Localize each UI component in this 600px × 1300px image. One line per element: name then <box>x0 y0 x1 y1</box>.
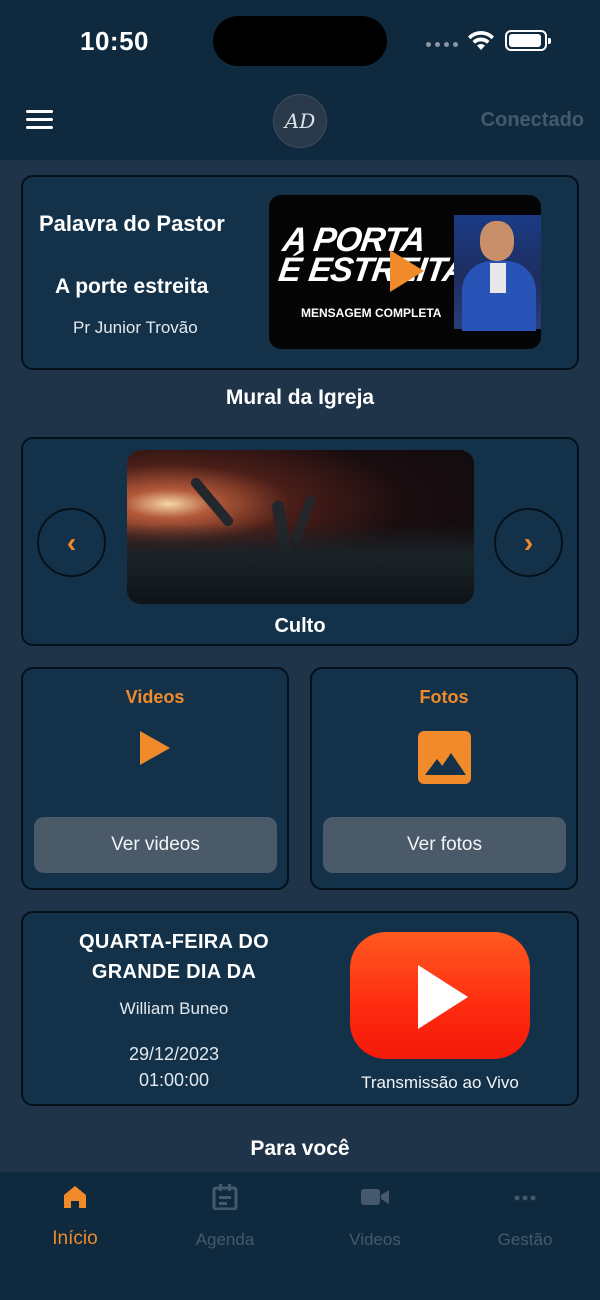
play-icon[interactable] <box>390 250 424 292</box>
mural-section-title: Mural da Igreja <box>225 386 375 409</box>
tab-inicio[interactable]: Início <box>0 1182 150 1262</box>
crowd-silhouette <box>127 524 474 604</box>
pastor-message-card: Palavra do Pastor A porte estreita Pr Ju… <box>21 175 579 370</box>
carousel-prev-button[interactable]: ‹ <box>37 508 106 577</box>
tab-videos[interactable]: Videos <box>300 1182 450 1262</box>
image-icon <box>312 731 576 784</box>
live-event-title: QUARTA-FEIRA DO GRANDE DIA DA <box>43 927 305 987</box>
live-event-title-line-1: QUARTA-FEIRA DO <box>78 931 270 953</box>
video-camera-icon <box>361 1189 389 1205</box>
status-bar: 10:50 <box>0 0 600 84</box>
live-event-time: 01:00:00 <box>138 1070 210 1090</box>
photos-card: Fotos Ver fotos <box>310 667 578 890</box>
view-photos-button[interactable]: Ver fotos <box>323 817 566 873</box>
videos-card: Videos Ver videos <box>21 667 289 890</box>
wifi-icon <box>468 30 494 50</box>
live-event-title-line-2: GRANDE DIA DA <box>91 961 257 983</box>
hamburger-menu-icon[interactable] <box>26 110 53 132</box>
mural-caption: Culto <box>274 615 326 637</box>
mural-image[interactable] <box>127 450 474 604</box>
tab-label: Gestão <box>497 1230 553 1249</box>
connection-status: Conectado <box>480 109 584 131</box>
top-bar: 10:50 AD Conectado <box>0 0 600 160</box>
for-you-section-title: Para você <box>250 1137 350 1160</box>
more-icon <box>514 1195 536 1201</box>
mural-carousel: ‹ Culto › <box>21 437 579 646</box>
dynamic-island <box>213 16 387 66</box>
thumbnail-headline: A PORTA É ESTREITA <box>276 221 473 289</box>
cellular-signal-icon <box>426 42 458 47</box>
play-icon <box>23 731 287 765</box>
carousel-next-button[interactable]: › <box>494 508 563 577</box>
tab-gestao[interactable]: Gestão <box>450 1182 600 1262</box>
church-logo: AD <box>273 94 327 148</box>
calendar-icon <box>212 1184 238 1210</box>
live-stream-label: Transmissão ao Vivo <box>361 1073 519 1092</box>
pastor-card-title: Palavra do Pastor <box>39 211 225 236</box>
photos-card-title: Fotos <box>419 687 469 707</box>
live-event-date: 29/12/2023 <box>128 1044 220 1064</box>
pastor-name: Pr Junior Trovão <box>73 318 198 337</box>
view-videos-button[interactable]: Ver videos <box>34 817 277 873</box>
tab-label: Agenda <box>195 1230 255 1249</box>
thumbnail-headline-line-2: É ESTREITA <box>276 251 470 289</box>
battery-icon <box>505 30 551 51</box>
live-event-speaker: William Buneo <box>119 999 229 1018</box>
tab-agenda[interactable]: Agenda <box>150 1182 300 1262</box>
videos-card-title: Videos <box>125 687 185 707</box>
tab-label: Início <box>52 1228 98 1249</box>
home-icon <box>64 1186 86 1208</box>
sermon-title: A porte estreita <box>55 275 209 298</box>
thumbnail-caption: MENSAGEM COMPLETA <box>301 306 442 320</box>
tab-label: Videos <box>349 1230 401 1249</box>
sermon-video-thumbnail[interactable]: A PORTA É ESTREITA MENSAGEM COMPLETA <box>269 195 541 349</box>
pastor-photo <box>454 215 541 331</box>
bottom-navigation: Início Agenda Videos Gestão <box>0 1172 600 1300</box>
live-stream-card: QUARTA-FEIRA DO GRANDE DIA DA William Bu… <box>21 911 579 1106</box>
youtube-play-icon[interactable] <box>350 932 530 1059</box>
status-time: 10:50 <box>80 26 149 56</box>
